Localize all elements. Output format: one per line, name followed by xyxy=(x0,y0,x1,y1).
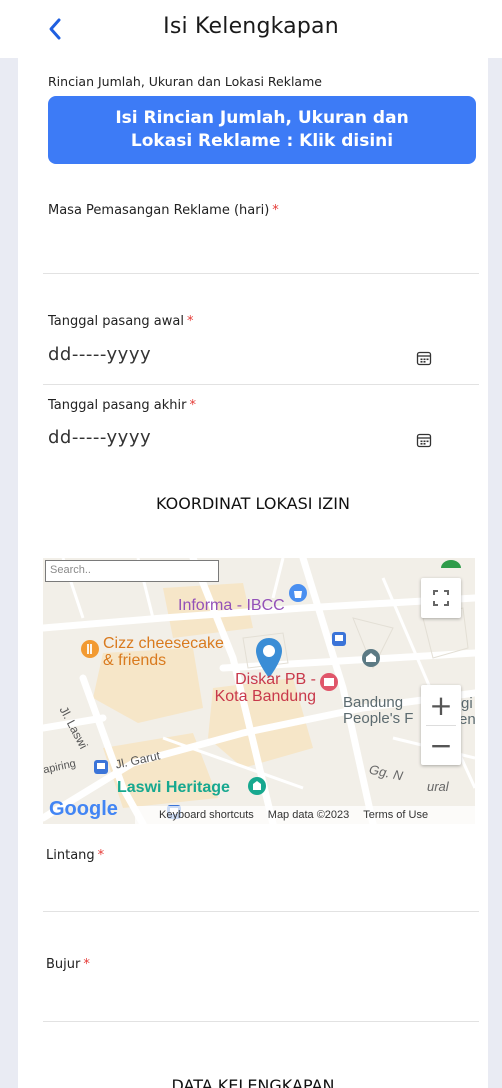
bujur-label-text: Bujur xyxy=(46,957,81,972)
map-label-diskar: Diskar PB - Kota Bandung xyxy=(206,671,316,705)
masa-pemasangan-label-text: Masa Pemasangan Reklame (hari) xyxy=(48,203,270,218)
calendar-icon[interactable] xyxy=(416,432,432,448)
tanggal-awal-label: Tanggal pasang awal * xyxy=(48,314,193,329)
map-search-input[interactable]: Search.. xyxy=(45,560,219,582)
required-marker: * xyxy=(272,203,279,218)
keyboard-shortcuts-link[interactable]: Keyboard shortcuts xyxy=(159,809,254,821)
map-attribution: Keyboard shortcuts Map data ©2023 Terms … xyxy=(135,806,475,824)
fullscreen-icon xyxy=(433,590,449,606)
required-marker: * xyxy=(186,314,194,329)
form-frame: Rincian Jumlah, Ukuran dan Lokasi Reklam… xyxy=(0,58,502,1088)
map-label-cizz-line2: & friends xyxy=(103,652,167,669)
data-kelengkapan-section-title: DATA KELENGKAPAN xyxy=(171,1076,335,1088)
map-data-text: Map data ©2023 xyxy=(267,809,350,821)
landmark-icon xyxy=(362,649,380,667)
form-card: Rincian Jumlah, Ukuran dan Lokasi Reklam… xyxy=(18,58,488,1088)
map-label-diskar-line2: Kota Bandung xyxy=(214,688,316,705)
bus-stop-icon xyxy=(332,632,346,646)
tanggal-akhir-label-text: Tanggal pasang akhir xyxy=(48,398,187,413)
tanggal-akhir-label: Tanggal pasang akhir * xyxy=(48,398,196,413)
map-label-bandung: Bandung People's F xyxy=(343,695,413,727)
lintang-input[interactable] xyxy=(43,870,479,910)
map-label-en: en xyxy=(459,711,475,728)
required-marker: * xyxy=(83,957,90,972)
tanggal-akhir-input[interactable]: dd-----yyyy xyxy=(48,427,151,448)
map-label-diskar-line1: Diskar PB - xyxy=(235,671,316,688)
lintang-label-text: Lintang xyxy=(46,848,95,863)
rincian-label: Rincian Jumlah, Ukuran dan Lokasi Reklam… xyxy=(48,74,322,89)
google-logo-text: Google xyxy=(49,798,118,820)
divider xyxy=(43,1021,479,1022)
required-marker: * xyxy=(189,398,196,413)
bujur-label: Bujur * xyxy=(46,957,90,972)
map-label-informa: Informa - IBCC xyxy=(178,597,285,614)
required-marker: * xyxy=(97,848,105,863)
divider xyxy=(43,911,479,912)
zoom-out-button[interactable]: − xyxy=(421,726,461,765)
map-label-cizz-line1: Cizz cheesecake xyxy=(103,635,224,652)
map-label-ural: ural xyxy=(427,779,449,794)
map-marker-icon xyxy=(441,560,461,568)
map-label-bandung-line2: People's F xyxy=(343,710,414,727)
lintang-label: Lintang * xyxy=(46,848,104,863)
page-title: Isi Kelengkapan xyxy=(163,14,339,39)
terms-of-use-link[interactable]: Terms of Use xyxy=(363,809,428,821)
bus-stop-icon xyxy=(94,760,108,774)
calendar-icon[interactable] xyxy=(416,350,432,366)
isi-rincian-button[interactable]: Isi Rincian Jumlah, Ukuran dan Lokasi Re… xyxy=(48,96,476,164)
bujur-input[interactable] xyxy=(43,980,479,1020)
isi-rincian-button-line2: Lokasi Reklame : Klik disini xyxy=(130,131,394,151)
google-logo: Google xyxy=(49,798,118,821)
tanggal-awal-input[interactable]: dd-----yyyy xyxy=(48,344,151,365)
map-fullscreen-button[interactable] xyxy=(421,578,461,618)
divider xyxy=(43,384,479,385)
map-label-gi: gi xyxy=(461,695,473,712)
restaurant-icon xyxy=(81,640,99,658)
koordinat-section-title: KOORDINAT LOKASI IZIN xyxy=(156,494,350,513)
heritage-icon xyxy=(248,777,266,795)
map-label-laswi-heritage: Laswi Heritage xyxy=(117,779,230,796)
government-building-icon xyxy=(320,673,338,691)
tanggal-awal-label-text: Tanggal pasang awal xyxy=(48,314,184,329)
map-zoom-controls: + − xyxy=(421,685,461,765)
map-label-bandung-line1: Bandung xyxy=(343,694,404,711)
map-view[interactable]: Search.. Informa - IBCC Cizz cheesecake … xyxy=(43,558,475,824)
map-label-cizz: Cizz cheesecake & friends xyxy=(103,635,224,669)
zoom-in-button[interactable]: + xyxy=(421,685,461,725)
divider xyxy=(43,273,479,274)
app-header: Isi Kelengkapan xyxy=(0,0,502,58)
isi-rincian-button-line1: Isi Rincian Jumlah, Ukuran dan xyxy=(115,108,409,128)
shopping-bag-icon xyxy=(289,584,307,602)
masa-pemasangan-input[interactable] xyxy=(43,228,479,272)
masa-pemasangan-label: Masa Pemasangan Reklame (hari) * xyxy=(48,203,279,218)
